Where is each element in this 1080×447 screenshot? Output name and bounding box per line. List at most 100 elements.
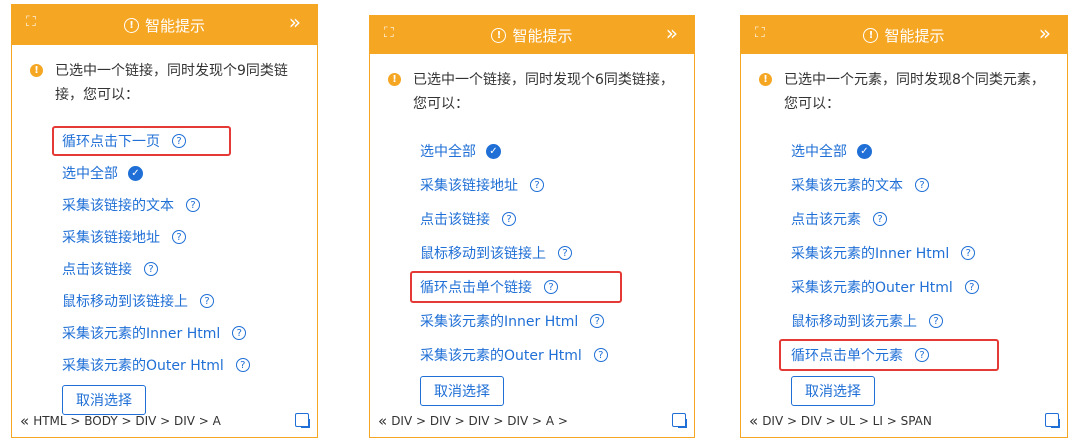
smart-hint-panel-3: ⛶ ! 智能提示 » ! 已选中一个元素，同时发现8个同类元素，您可以： 选中全… bbox=[740, 15, 1068, 438]
question-icon[interactable]: ? bbox=[961, 246, 976, 260]
double-chevron-left-icon[interactable]: « bbox=[749, 412, 758, 430]
message-text: 已选中一个链接，同时发现个6同类链接，您可以： bbox=[413, 72, 674, 112]
question-icon[interactable]: ? bbox=[172, 134, 186, 148]
action-extract-link-url[interactable]: 采集该链接地址? bbox=[12, 221, 317, 253]
question-icon[interactable]: ? bbox=[964, 280, 979, 294]
action-outer-html[interactable]: 采集该元素的Outer Html? bbox=[741, 270, 1067, 304]
action-label: 采集该元素的Inner Html bbox=[420, 314, 579, 330]
action-extract-link-text[interactable]: 采集该链接的文本? bbox=[12, 189, 317, 221]
action-label: 选中全部 bbox=[420, 144, 476, 160]
action-extract-element-text[interactable]: 采集该元素的文本? bbox=[741, 168, 1067, 202]
selection-message: ! 已选中一个元素，同时发现8个同类元素，您可以： bbox=[759, 68, 1051, 116]
action-label: 点击该元素 bbox=[791, 212, 861, 228]
smart-hint-panel-1: ⛶ ! 智能提示 » ! 已选中一个链接，同时发现个9同类链接，您可以： 循环点… bbox=[11, 4, 318, 438]
check-icon: ✓ bbox=[486, 143, 501, 159]
question-icon[interactable]: ? bbox=[915, 178, 929, 192]
question-icon[interactable]: ? bbox=[172, 230, 186, 244]
panel-title: 智能提示 bbox=[884, 26, 945, 45]
action-label: 采集该链接地址 bbox=[62, 230, 160, 246]
breadcrumb: « DIV > DIV > UL > LI > SPAN bbox=[741, 411, 1067, 431]
double-chevron-right-icon[interactable]: » bbox=[289, 12, 301, 32]
panel-header: ⛶ ! 智能提示 » bbox=[12, 5, 317, 45]
warning-icon: ! bbox=[759, 73, 772, 86]
smart-hint-panel-2: ⛶ ! 智能提示 » ! 已选中一个链接，同时发现个6同类链接，您可以： 选中全… bbox=[369, 15, 695, 438]
action-label: 采集该元素的文本 bbox=[791, 178, 903, 194]
action-label: 选中全部 bbox=[791, 144, 847, 160]
action-label: 采集该元素的Outer Html bbox=[791, 280, 953, 296]
pick-element-icon[interactable] bbox=[295, 413, 310, 428]
action-label: 循环点击下一页 bbox=[62, 134, 160, 150]
action-label: 采集该元素的Inner Html bbox=[62, 326, 221, 342]
action-hover-element[interactable]: 鼠标移动到该元素上? bbox=[741, 304, 1067, 338]
action-select-all[interactable]: 选中全部 ✓ bbox=[741, 134, 1067, 168]
question-icon[interactable]: ? bbox=[144, 262, 158, 276]
question-icon[interactable]: ? bbox=[200, 294, 214, 308]
breadcrumb-path[interactable]: DIV > DIV > UL > LI > SPAN bbox=[762, 414, 932, 428]
action-select-all[interactable]: 选中全部 ✓ bbox=[370, 134, 694, 168]
question-icon[interactable]: ? bbox=[544, 280, 558, 294]
action-label: 采集该元素的Outer Html bbox=[62, 358, 224, 374]
breadcrumb-path[interactable]: HTML > BODY > DIV > DIV > A bbox=[33, 414, 221, 428]
action-extract-link-url[interactable]: 采集该链接地址? bbox=[370, 168, 694, 202]
action-click-element[interactable]: 点击该元素? bbox=[741, 202, 1067, 236]
expand-icon[interactable]: ⛶ bbox=[755, 25, 765, 41]
action-inner-html[interactable]: 采集该元素的Inner Html? bbox=[370, 304, 694, 338]
question-icon[interactable]: ? bbox=[873, 212, 887, 226]
breadcrumb: « HTML > BODY > DIV > DIV > A bbox=[12, 411, 317, 431]
question-icon[interactable]: ? bbox=[915, 348, 929, 362]
action-label: 鼠标移动到该链接上 bbox=[420, 246, 546, 262]
selection-message: ! 已选中一个链接，同时发现个9同类链接，您可以： bbox=[30, 59, 301, 107]
action-label: 循环点击单个元素 bbox=[791, 348, 903, 364]
question-icon[interactable]: ? bbox=[593, 348, 608, 362]
panel-header: ⛶ ! 智能提示 » bbox=[370, 16, 694, 54]
cancel-selection-button[interactable]: 取消选择 bbox=[791, 376, 875, 406]
expand-icon[interactable]: ⛶ bbox=[384, 25, 394, 41]
double-chevron-left-icon[interactable]: « bbox=[20, 412, 29, 430]
cancel-selection-button[interactable]: 取消选择 bbox=[420, 376, 504, 406]
breadcrumb-path[interactable]: DIV > DIV > DIV > DIV > A > bbox=[391, 414, 568, 428]
action-label: 采集该链接的文本 bbox=[62, 198, 174, 214]
action-label: 采集该元素的Inner Html bbox=[791, 246, 950, 262]
double-chevron-right-icon[interactable]: » bbox=[1039, 23, 1051, 43]
action-list: 循环点击下一页? 选中全部 ✓ 采集该链接的文本? 采集该链接地址? 点击该链接?… bbox=[12, 125, 317, 381]
action-loop-click-single-element[interactable]: 循环点击单个元素? bbox=[741, 338, 1067, 372]
question-icon[interactable]: ? bbox=[929, 314, 943, 328]
action-label: 采集该元素的Outer Html bbox=[420, 348, 582, 364]
question-icon[interactable]: ? bbox=[558, 246, 572, 260]
action-hover-link[interactable]: 鼠标移动到该链接上? bbox=[370, 236, 694, 270]
action-label: 选中全部 bbox=[62, 166, 118, 182]
cancel-wrap: 取消选择 bbox=[741, 376, 1067, 406]
double-chevron-right-icon[interactable]: » bbox=[666, 23, 678, 43]
selection-message: ! 已选中一个链接，同时发现个6同类链接，您可以： bbox=[388, 68, 678, 116]
pick-element-icon[interactable] bbox=[672, 413, 687, 428]
question-icon[interactable]: ? bbox=[530, 178, 544, 192]
action-label: 点击该链接 bbox=[62, 262, 132, 278]
question-icon[interactable]: ? bbox=[232, 326, 247, 340]
message-text: 已选中一个链接，同时发现个9同类链接，您可以： bbox=[55, 63, 288, 103]
action-click-link[interactable]: 点击该链接? bbox=[12, 253, 317, 285]
action-outer-html[interactable]: 采集该元素的Outer Html? bbox=[370, 338, 694, 372]
action-list: 选中全部 ✓ 采集该链接地址? 点击该链接? 鼠标移动到该链接上? 循环点击单个链… bbox=[370, 134, 694, 372]
question-icon[interactable]: ? bbox=[235, 358, 250, 372]
action-hover-link[interactable]: 鼠标移动到该链接上? bbox=[12, 285, 317, 317]
question-icon[interactable]: ? bbox=[186, 198, 200, 212]
check-icon: ✓ bbox=[128, 165, 143, 181]
cancel-wrap: 取消选择 bbox=[370, 376, 694, 406]
panel-header: ⛶ ! 智能提示 » bbox=[741, 16, 1067, 54]
action-outer-html[interactable]: 采集该元素的Outer Html? bbox=[12, 349, 317, 381]
question-icon[interactable]: ? bbox=[502, 212, 516, 226]
action-select-all[interactable]: 选中全部 ✓ bbox=[12, 157, 317, 189]
pick-element-icon[interactable] bbox=[1045, 413, 1060, 428]
expand-icon[interactable]: ⛶ bbox=[26, 14, 36, 30]
action-inner-html[interactable]: 采集该元素的Inner Html? bbox=[741, 236, 1067, 270]
question-icon[interactable]: ? bbox=[590, 314, 605, 328]
action-loop-next-page[interactable]: 循环点击下一页? bbox=[12, 125, 317, 157]
action-label: 鼠标移动到该链接上 bbox=[62, 294, 188, 310]
check-icon: ✓ bbox=[857, 143, 872, 159]
action-inner-html[interactable]: 采集该元素的Inner Html? bbox=[12, 317, 317, 349]
action-loop-click-single-link[interactable]: 循环点击单个链接? bbox=[370, 270, 694, 304]
double-chevron-left-icon[interactable]: « bbox=[378, 412, 387, 430]
action-click-link[interactable]: 点击该链接? bbox=[370, 202, 694, 236]
warning-icon: ! bbox=[388, 73, 401, 86]
action-list: 选中全部 ✓ 采集该元素的文本? 点击该元素? 采集该元素的Inner Html?… bbox=[741, 134, 1067, 372]
